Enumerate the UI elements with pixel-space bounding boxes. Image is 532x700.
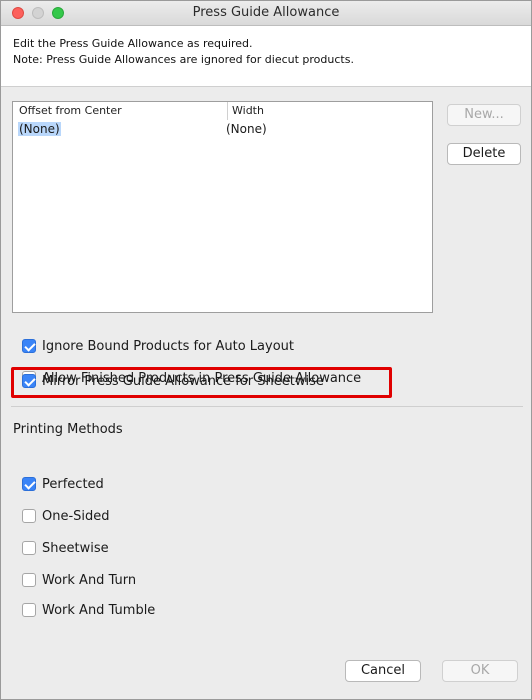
- cancel-button[interactable]: Cancel: [345, 660, 421, 682]
- checkbox-label: Ignore Bound Products for Auto Layout: [42, 339, 294, 354]
- checkbox-label: One-Sided: [42, 509, 110, 524]
- selected-cell-text[interactable]: (None): [18, 122, 61, 136]
- ok-button[interactable]: OK: [442, 660, 518, 682]
- checkbox-unchecked-icon[interactable]: [22, 573, 36, 587]
- note-line: Note: Press Guide Allowances are ignored…: [13, 53, 354, 66]
- instructions-header: Edit the Press Guide Allowance as requir…: [1, 26, 531, 87]
- title-bar: Press Guide Allowance: [1, 1, 531, 26]
- checkbox-label: Work And Tumble: [42, 603, 156, 618]
- instruction-line: Edit the Press Guide Allowance as requir…: [13, 37, 253, 50]
- window-title: Press Guide Allowance: [192, 5, 340, 20]
- column-header-offset[interactable]: Offset from Center: [19, 102, 225, 120]
- checkbox-checked-icon[interactable]: [22, 477, 36, 491]
- checkbox-checked-icon[interactable]: [22, 374, 36, 388]
- checkbox-unchecked-icon[interactable]: [22, 541, 36, 555]
- checkbox-unchecked-icon[interactable]: [22, 509, 36, 523]
- new-button[interactable]: New...: [447, 104, 521, 126]
- allowance-table[interactable]: Offset from Center Width (None) (None): [12, 101, 433, 313]
- table-cell-offset[interactable]: (None): [18, 121, 61, 138]
- dialog-window: Press Guide Allowance Edit the Press Gui…: [0, 0, 532, 700]
- checkbox-unchecked-icon[interactable]: [22, 603, 36, 617]
- checkbox-label: Work And Turn: [42, 573, 137, 588]
- printing-methods-title: Printing Methods: [13, 422, 123, 437]
- checkbox-label: Sheetwise: [42, 541, 109, 556]
- section-divider: [11, 406, 523, 407]
- delete-button[interactable]: Delete: [447, 143, 521, 165]
- column-header-width[interactable]: Width: [227, 102, 432, 120]
- checkbox-label: Mirror Press Guide Allowance for Sheetwi…: [42, 374, 324, 389]
- checkbox-checked-icon[interactable]: [22, 339, 36, 353]
- checkbox-label: Perfected: [42, 477, 104, 492]
- table-cell-width[interactable]: (None): [226, 121, 267, 138]
